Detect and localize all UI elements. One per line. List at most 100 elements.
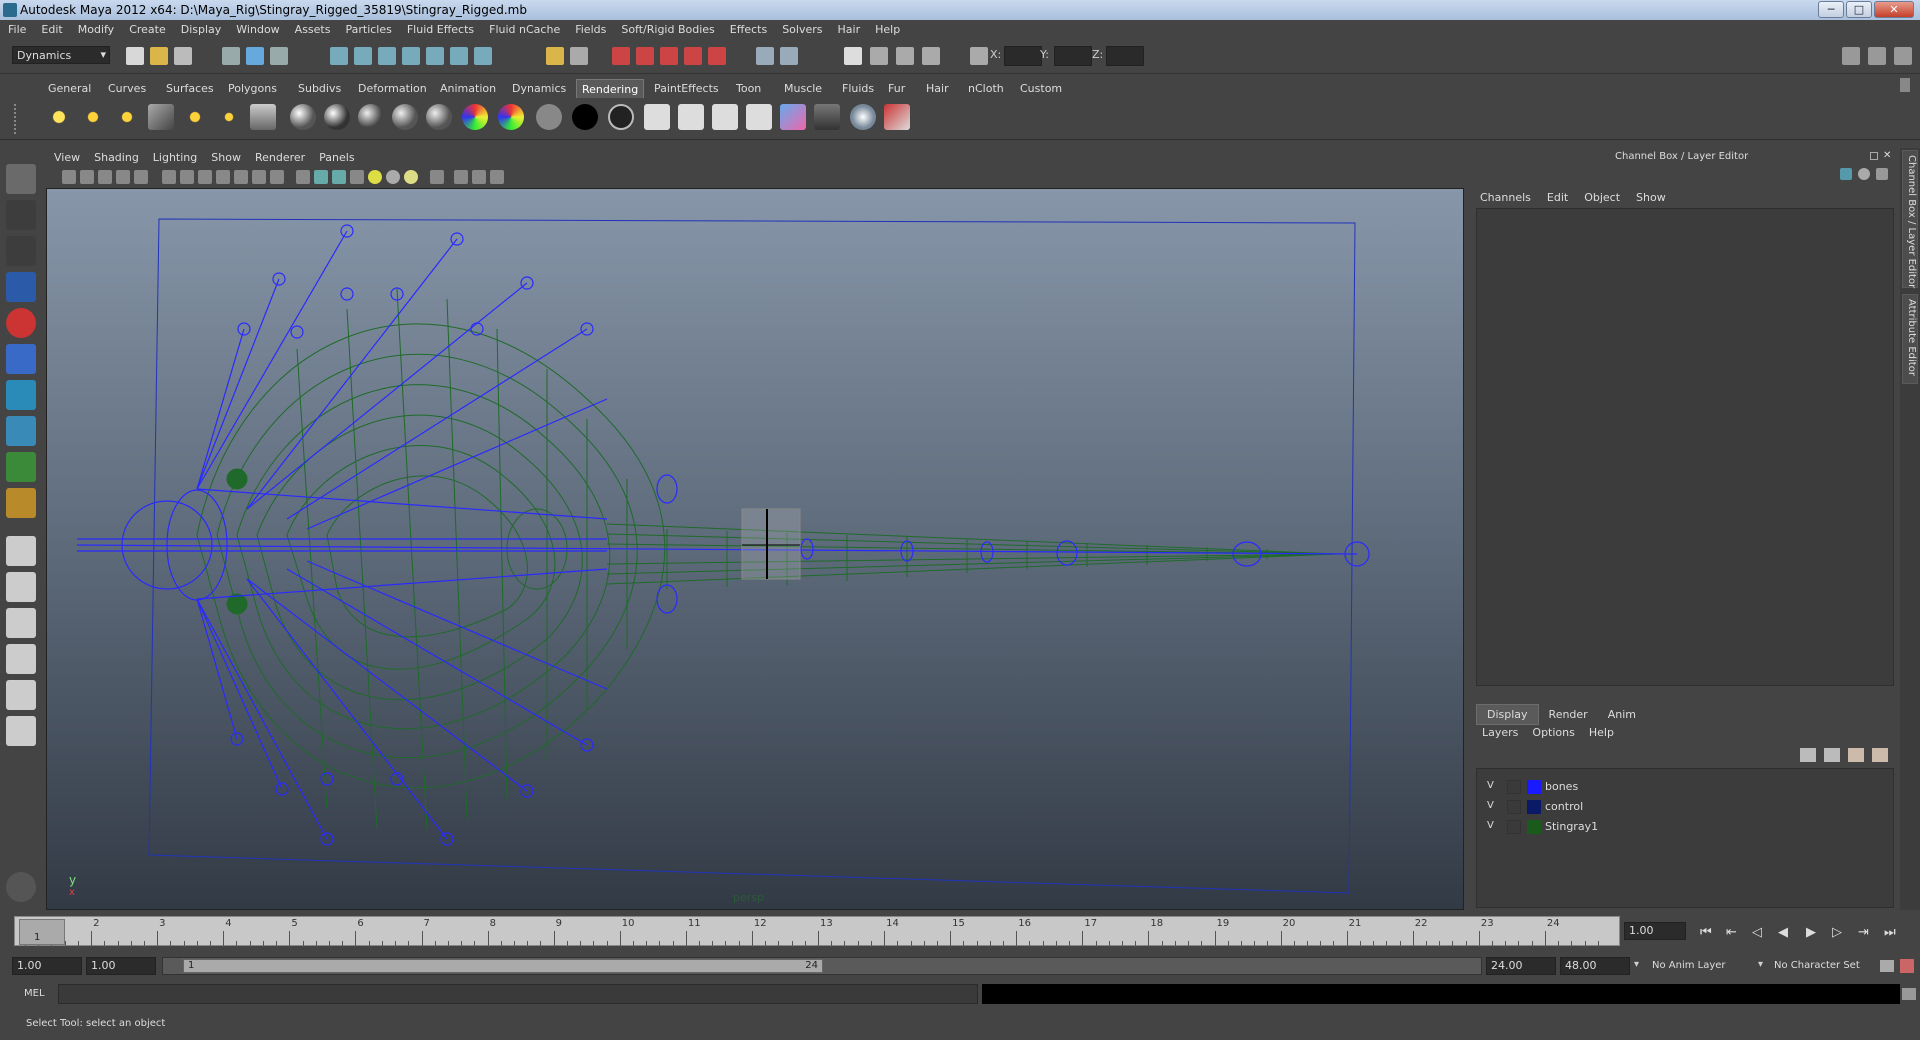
- layer-menu-options[interactable]: Options: [1532, 726, 1574, 739]
- smooth-shade-icon[interactable]: [314, 170, 328, 184]
- persp-hypershade-layout-icon[interactable]: [6, 680, 36, 710]
- step-forward-frame-icon[interactable]: ▷: [1832, 925, 1842, 940]
- channel-box-menu-object[interactable]: Object: [1584, 191, 1620, 204]
- channel-box-menu-channels[interactable]: Channels: [1480, 191, 1531, 204]
- animation-start-field[interactable]: 1.00: [12, 957, 82, 975]
- menu-hair[interactable]: Hair: [830, 20, 868, 36]
- menu-assets[interactable]: Assets: [287, 20, 338, 36]
- shelf-menu-icon[interactable]: [14, 104, 30, 134]
- relative-transform-icon[interactable]: [970, 47, 988, 65]
- close-panel-icon[interactable]: ✕: [1883, 150, 1891, 161]
- shelf-tab-painteffects[interactable]: PaintEffects: [650, 82, 723, 98]
- shelf-tab-general[interactable]: General: [44, 82, 95, 98]
- layer-row[interactable]: Vcontrol: [1477, 797, 1895, 817]
- field-chart-icon[interactable]: [234, 170, 248, 184]
- hud-icon[interactable]: [454, 170, 468, 184]
- time-slider-bar[interactable]: 1234567891011121314151617181920212223241: [14, 916, 1620, 947]
- menu-display[interactable]: Display: [173, 20, 229, 36]
- move-tool-icon[interactable]: [6, 272, 36, 302]
- layer-visibility-toggle[interactable]: V: [1487, 780, 1494, 791]
- range-slider-bar[interactable]: 1 24: [162, 957, 1482, 975]
- film-gate-icon[interactable]: [180, 170, 194, 184]
- layered-shader-icon[interactable]: [608, 104, 634, 130]
- anim-layer-chevron-icon[interactable]: ▾: [1634, 959, 1639, 970]
- batch-render-icon[interactable]: [712, 104, 738, 130]
- universal-manipulator-icon[interactable]: [6, 380, 36, 410]
- channel-box-toggle-icon[interactable]: [1858, 168, 1870, 180]
- render-current-frame-icon[interactable]: [612, 47, 630, 65]
- input-ops-icon[interactable]: [756, 47, 774, 65]
- layer-row[interactable]: V Stingray1: [1477, 817, 1895, 837]
- render-clapboard-icon[interactable]: [644, 104, 670, 130]
- select-camera-icon[interactable]: [62, 170, 76, 184]
- quick-layout-icon[interactable]: [6, 872, 36, 902]
- shelf-tab-toon[interactable]: Toon: [732, 82, 765, 98]
- hypershade-icon[interactable]: [684, 47, 702, 65]
- four-view-layout-icon[interactable]: [6, 572, 36, 602]
- animation-preferences-icon[interactable]: [1900, 959, 1914, 973]
- select-object-icon[interactable]: [246, 47, 264, 65]
- channel-box-menu-edit[interactable]: Edit: [1547, 191, 1568, 204]
- shelf-tab-fluids[interactable]: Fluids: [838, 82, 878, 98]
- ramp-shader-icon[interactable]: [462, 104, 488, 130]
- persp-graph-layout-icon[interactable]: [6, 644, 36, 674]
- menu-edit[interactable]: Edit: [33, 20, 69, 36]
- ambient-light-icon[interactable]: [46, 104, 72, 130]
- current-frame-field[interactable]: 1.00: [1624, 922, 1686, 940]
- directional-light-icon[interactable]: [80, 104, 106, 130]
- paint-brush-icon[interactable]: [884, 104, 910, 130]
- resolution-gate-icon[interactable]: [198, 170, 212, 184]
- layer-row[interactable]: Vbones: [1477, 777, 1895, 797]
- shelf-tab-ncloth[interactable]: nCloth: [964, 82, 1008, 98]
- menu-fields[interactable]: Fields: [567, 20, 613, 36]
- soft-modification-icon[interactable]: [6, 416, 36, 446]
- menu-create[interactable]: Create: [121, 20, 173, 36]
- layer-color-swatch[interactable]: [1527, 780, 1541, 794]
- script-editor-icon[interactable]: [1902, 988, 1916, 1000]
- z-field[interactable]: [1106, 46, 1144, 66]
- float-panel-icon[interactable]: [1870, 152, 1878, 160]
- tab-channel-box[interactable]: Channel Box / Layer Editor: [1902, 150, 1918, 288]
- select-component-icon[interactable]: [270, 47, 288, 65]
- rotate-tool-icon[interactable]: [6, 308, 36, 338]
- default-lighting-icon[interactable]: [368, 170, 382, 184]
- panel-menu-panels[interactable]: Panels: [311, 148, 360, 164]
- menu-particles[interactable]: Particles: [337, 20, 398, 36]
- shelf-tab-surfaces[interactable]: Surfaces: [162, 82, 218, 98]
- blinn-sphere-icon[interactable]: [324, 104, 350, 130]
- anim-layer-dropdown[interactable]: No Anim Layer: [1652, 960, 1726, 971]
- step-back-frame-icon[interactable]: ◁: [1752, 925, 1762, 940]
- layer-display-type-toggle[interactable]: [1507, 820, 1521, 834]
- shelf-tab-muscle[interactable]: Muscle: [780, 82, 826, 98]
- character-set-dropdown[interactable]: No Character Set: [1774, 960, 1860, 971]
- render-view-icon[interactable]: [708, 47, 726, 65]
- lasso-tool-icon[interactable]: [6, 200, 36, 230]
- hypershade-shelf-icon[interactable]: [780, 104, 806, 130]
- perspective-viewport[interactable]: persp y x: [46, 188, 1464, 910]
- menu-window[interactable]: Window: [228, 20, 286, 36]
- menu-effects[interactable]: Effects: [722, 20, 774, 36]
- layer-display-type-toggle[interactable]: [1507, 800, 1521, 814]
- show-attribute-editor-icon[interactable]: [1842, 47, 1860, 65]
- character-set-chevron-icon[interactable]: ▾: [1758, 959, 1763, 970]
- range-slider-handle[interactable]: 1 24: [183, 959, 823, 973]
- shelf-tab-curves[interactable]: Curves: [104, 82, 150, 98]
- layer-tab-display[interactable]: Display: [1476, 704, 1539, 725]
- outliner-icon[interactable]: [844, 47, 862, 65]
- attribute-editor-icon[interactable]: [922, 47, 940, 65]
- ipr-render-icon[interactable]: [636, 47, 654, 65]
- panel-menu-shading[interactable]: Shading: [86, 148, 145, 164]
- shelf-tab-polygons[interactable]: Polygons: [224, 82, 281, 98]
- animation-end-field[interactable]: 48.00: [1560, 957, 1630, 975]
- close-button[interactable]: ✕: [1874, 1, 1914, 18]
- minimize-button[interactable]: ─: [1818, 1, 1844, 18]
- channel-box-wrench-icon[interactable]: [1876, 168, 1888, 180]
- shelf-tab-subdivs[interactable]: Subdivs: [294, 82, 345, 98]
- shelf-tab-custom[interactable]: Custom: [1016, 82, 1066, 98]
- new-anim-layer-icon[interactable]: [1848, 748, 1864, 762]
- step-back-key-icon[interactable]: ⇤: [1726, 925, 1737, 940]
- lambert-sphere-icon[interactable]: [290, 104, 316, 130]
- show-channel-box-icon[interactable]: [1894, 47, 1912, 65]
- high-quality-icon[interactable]: [472, 170, 486, 184]
- layer-color-swatch[interactable]: [1527, 820, 1541, 834]
